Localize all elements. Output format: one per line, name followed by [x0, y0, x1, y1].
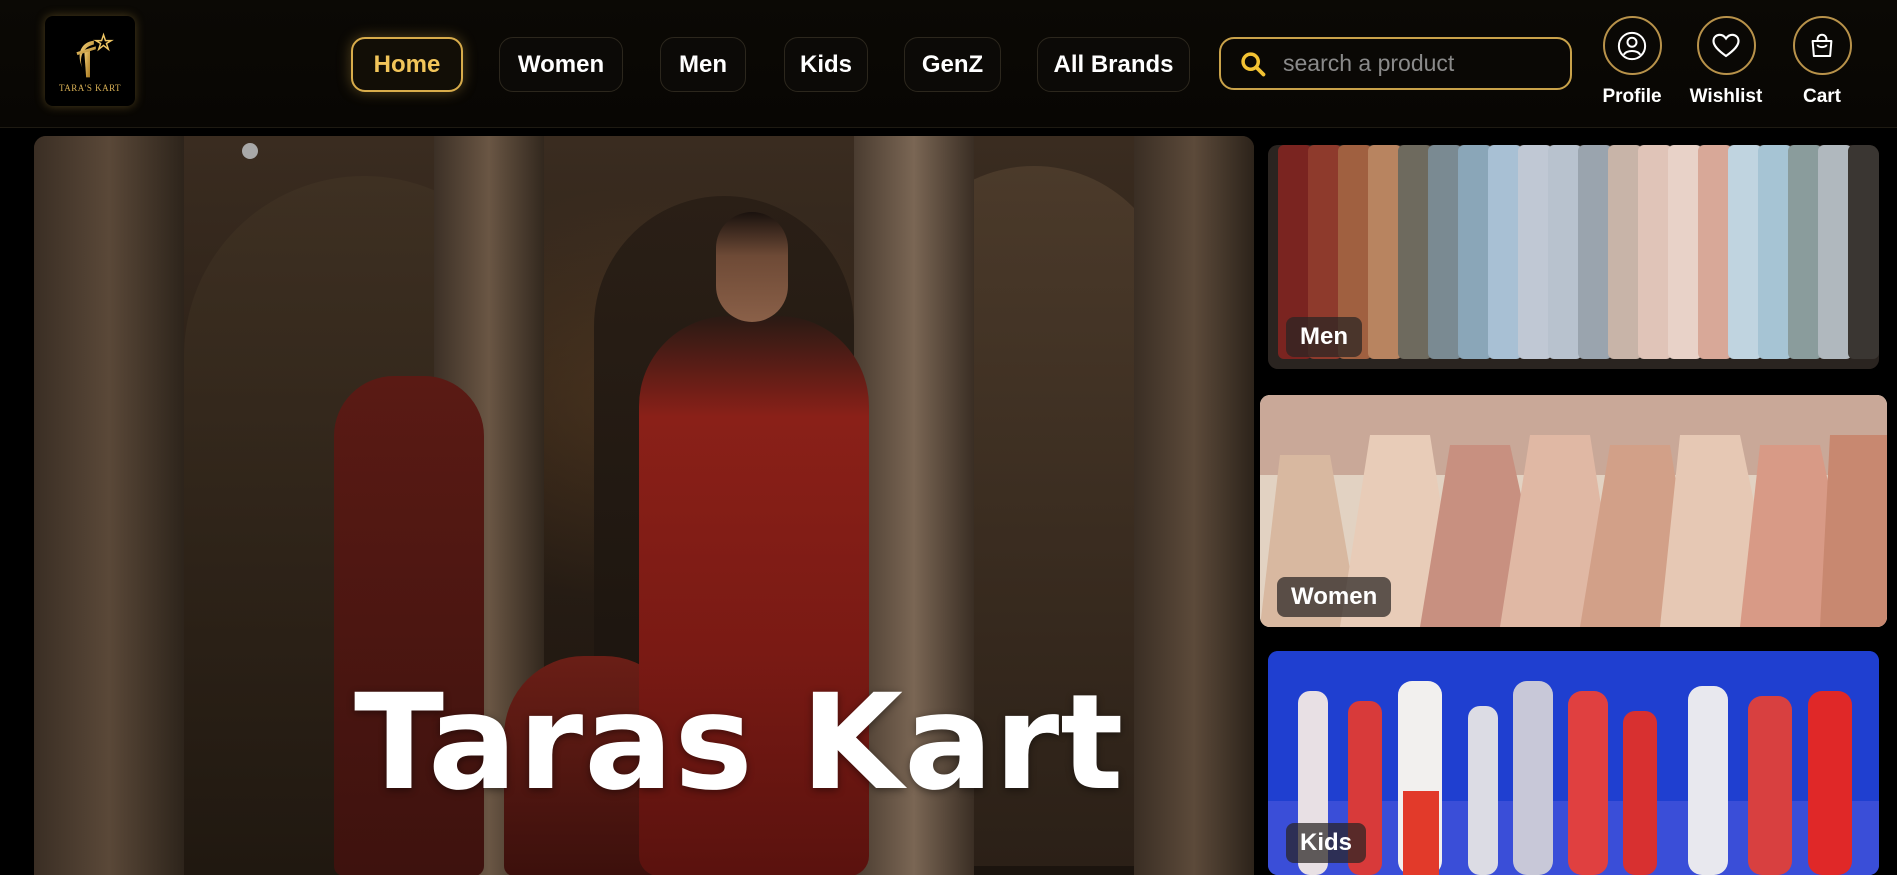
- search-input[interactable]: [1283, 50, 1553, 77]
- hero-model-head: [716, 212, 788, 322]
- nav-home-button[interactable]: Home: [351, 37, 463, 92]
- nav-men-button[interactable]: Men: [660, 37, 746, 92]
- profile-button[interactable]: Profile: [1589, 16, 1675, 108]
- carousel-indicator[interactable]: [242, 143, 258, 159]
- hero-pillar: [34, 136, 184, 875]
- cart-label: Cart: [1802, 86, 1841, 107]
- hero-pillar: [1134, 136, 1254, 875]
- nav-genz-button[interactable]: GenZ: [904, 37, 1001, 92]
- heart-icon: [1712, 33, 1740, 57]
- search-icon: [1241, 51, 1266, 76]
- category-label-men: Men: [1286, 317, 1362, 357]
- nav-all-brands-button[interactable]: All Brands: [1037, 37, 1190, 92]
- hero-title: Taras Kart: [354, 666, 1125, 820]
- wishlist-circle[interactable]: [1696, 16, 1756, 75]
- profile-circle[interactable]: [1602, 16, 1662, 75]
- wishlist-label: Wishlist: [1689, 86, 1763, 107]
- shopping-bag-icon: [1811, 33, 1833, 57]
- hero-banner[interactable]: Taras Kart: [34, 136, 1254, 875]
- cart-circle[interactable]: [1792, 16, 1852, 75]
- category-label-women: Women: [1277, 577, 1392, 617]
- nav-women-button[interactable]: Women: [499, 37, 623, 92]
- site-header: TARA'S KART Home Women Men Kids GenZ All…: [0, 0, 1897, 128]
- nav-kids-button[interactable]: Kids: [784, 37, 868, 92]
- brand-logo[interactable]: TARA'S KART: [45, 16, 135, 106]
- user-icon: [1617, 31, 1647, 60]
- search-bar[interactable]: [1219, 37, 1572, 90]
- profile-label: Profile: [1602, 86, 1662, 107]
- category-card-men[interactable]: Men: [1268, 145, 1879, 369]
- cart-button[interactable]: Cart: [1779, 16, 1865, 108]
- category-card-women[interactable]: Women: [1260, 395, 1887, 627]
- category-label-kids: Kids: [1286, 823, 1367, 863]
- wishlist-button[interactable]: Wishlist: [1683, 16, 1769, 108]
- logo-text: TARA'S KART: [58, 83, 122, 93]
- category-card-kids[interactable]: Kids: [1268, 651, 1879, 875]
- logo-mark-icon: [76, 32, 114, 78]
